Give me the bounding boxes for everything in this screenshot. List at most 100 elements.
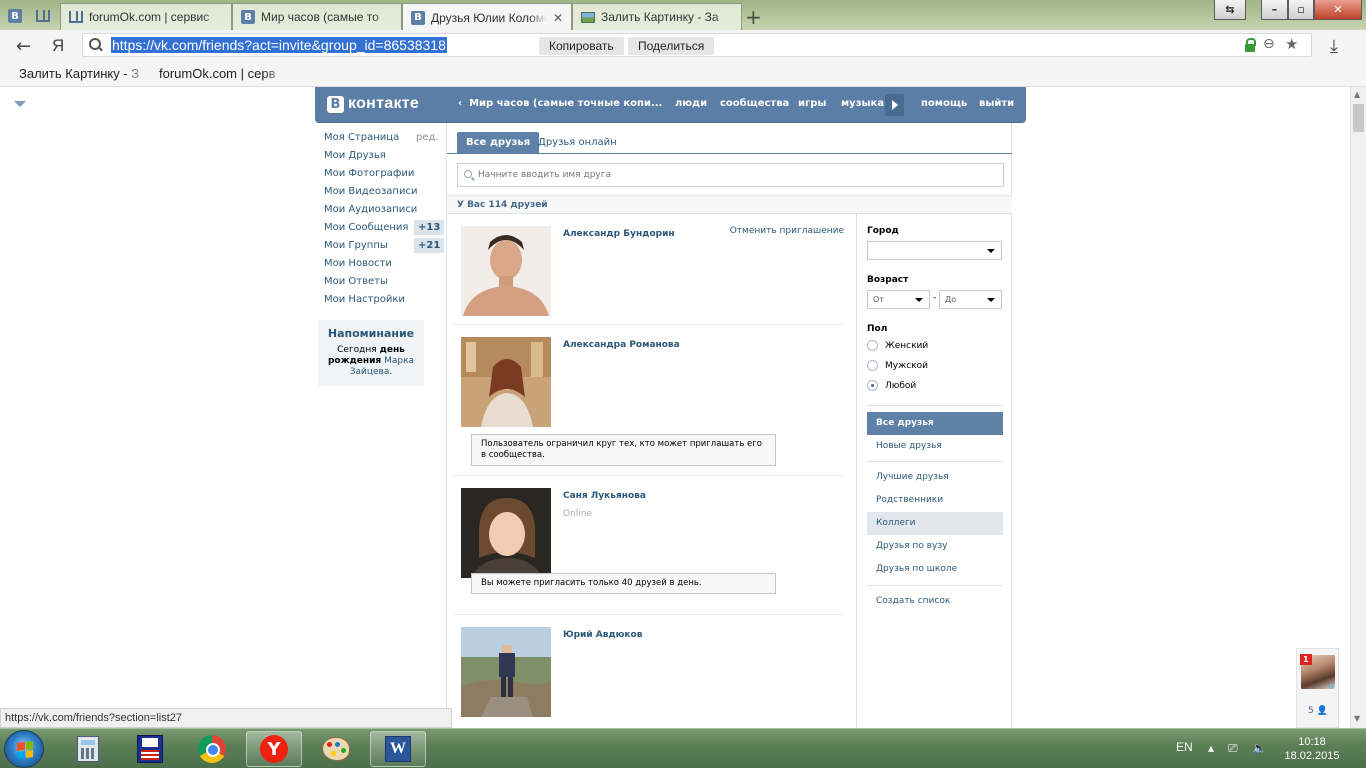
gender-female-option[interactable]: Женский bbox=[867, 336, 1003, 356]
left-menu: Моя Страница ред. Мои Друзья Мои Фотограф… bbox=[324, 129, 445, 309]
taskbar-save-app[interactable] bbox=[122, 731, 178, 767]
yandex-home-icon[interactable]: Я bbox=[52, 36, 64, 56]
menu-label: Мои Группы bbox=[324, 240, 388, 251]
friend-search-box[interactable] bbox=[457, 163, 1004, 187]
zoom-icon[interactable]: ⊖ bbox=[1263, 36, 1275, 52]
menu-my-photos[interactable]: Мои Фотографии bbox=[324, 165, 442, 183]
tab-friends-active[interactable]: В Друзья Юлии Коломе ✕ bbox=[402, 3, 572, 31]
friend-avatar[interactable] bbox=[461, 627, 551, 717]
list-colleagues[interactable]: Коллеги bbox=[867, 512, 1003, 535]
list-all-friends[interactable]: Все друзья bbox=[867, 412, 1003, 435]
start-button[interactable] bbox=[4, 730, 44, 768]
list-relatives[interactable]: Родственники bbox=[867, 489, 1003, 512]
lock-icon[interactable] bbox=[1245, 38, 1256, 52]
back-to-group-link[interactable]: ‹ Мир часов (самые точные копи... bbox=[458, 98, 662, 109]
list-new-friends[interactable]: Новые друзья bbox=[867, 435, 1003, 458]
nav-music[interactable]: музыка bbox=[841, 98, 884, 109]
group-name: Мир часов (самые точные копи... bbox=[469, 98, 663, 109]
list-school-friends[interactable]: Друзья по школе bbox=[867, 558, 1003, 581]
menu-my-answers[interactable]: Мои Ответы bbox=[324, 273, 442, 291]
tab-forumok[interactable]: forumOk.com | сервис bbox=[60, 3, 232, 30]
maximize-button[interactable]: ▫ bbox=[1288, 0, 1314, 20]
age-to-select[interactable]: До bbox=[939, 290, 1002, 309]
menu-my-settings[interactable]: Мои Настройки bbox=[324, 291, 442, 309]
pinned-tab-vk[interactable]: В bbox=[3, 4, 27, 28]
chat-online-count[interactable]: 5 👤 bbox=[1308, 706, 1328, 716]
url-text[interactable]: https://vk.com/friends?act=invite&group_… bbox=[111, 37, 447, 53]
menu-edit-link[interactable]: ред. bbox=[416, 129, 439, 147]
city-select[interactable] bbox=[867, 241, 1002, 260]
nav-games[interactable]: игры bbox=[798, 98, 826, 109]
messages-count-badge[interactable]: +13 bbox=[414, 220, 445, 235]
page-scrollbar[interactable]: ▲ ▼ bbox=[1350, 87, 1366, 728]
friend-avatar[interactable] bbox=[461, 488, 551, 578]
bookmark-upload-image[interactable]: Залить Картинку - З bbox=[19, 66, 149, 81]
menu-my-news[interactable]: Мои Новости bbox=[324, 255, 442, 273]
gender-male-option[interactable]: Мужской bbox=[867, 356, 1003, 376]
tab-watch-world[interactable]: В Мир часов (самые то bbox=[232, 3, 402, 30]
share-url-button[interactable]: Поделиться bbox=[628, 37, 715, 55]
gender-any-option[interactable]: Любой bbox=[867, 376, 1003, 396]
radio-female[interactable] bbox=[867, 340, 878, 351]
menu-my-groups[interactable]: Мои Группы +21 bbox=[324, 237, 445, 255]
create-list-link[interactable]: Создать список bbox=[867, 590, 1003, 613]
tray-expand-arrow-icon[interactable]: ▴ bbox=[1208, 741, 1214, 755]
address-bar[interactable]: https://vk.com/friends?act=invite&group_… bbox=[82, 33, 1312, 57]
groups-count-badge[interactable]: +21 bbox=[414, 238, 445, 253]
friend-avatar[interactable] bbox=[461, 337, 551, 427]
vk-logo[interactable]: В контакте bbox=[327, 95, 419, 113]
taskbar-word[interactable]: W bbox=[370, 731, 426, 767]
menu-my-audios[interactable]: Мои Аудиозаписи bbox=[324, 201, 442, 219]
copy-url-button[interactable]: Копировать bbox=[539, 37, 624, 55]
nav-communities[interactable]: сообщества bbox=[720, 98, 789, 109]
chevron-down-icon[interactable] bbox=[14, 101, 26, 107]
download-icon[interactable]: ⤓ bbox=[1330, 36, 1338, 57]
list-best-friends[interactable]: Лучшие друзья bbox=[867, 466, 1003, 489]
scroll-down-arrow-icon[interactable]: ▼ bbox=[1354, 714, 1360, 723]
scroll-up-arrow-icon[interactable]: ▲ bbox=[1354, 90, 1360, 99]
taskbar-chrome[interactable] bbox=[184, 731, 240, 767]
system-clock[interactable]: 10:18 18.02.2015 bbox=[1282, 735, 1342, 763]
cancel-invite-link[interactable]: Отменить приглашение bbox=[730, 226, 844, 236]
network-icon[interactable]: ⎚ bbox=[1228, 741, 1238, 756]
radio-male[interactable] bbox=[867, 360, 878, 371]
friend-search-input[interactable] bbox=[478, 167, 998, 183]
back-arrow-icon[interactable]: ← bbox=[16, 36, 31, 57]
list-university-friends[interactable]: Друзья по вузу bbox=[867, 535, 1003, 558]
friend-avatar[interactable] bbox=[461, 226, 551, 316]
keyboard-language[interactable]: EN bbox=[1176, 740, 1193, 754]
close-window-button[interactable]: ✕ bbox=[1314, 0, 1362, 20]
tabs-menu-button[interactable]: ⇆ bbox=[1214, 0, 1246, 20]
friend-name[interactable]: Александра Романова bbox=[563, 340, 680, 350]
nav-logout[interactable]: выйти bbox=[979, 98, 1014, 109]
tab-upload-image[interactable]: Залить Картинку - За bbox=[572, 3, 742, 30]
play-icon[interactable] bbox=[885, 94, 904, 116]
vk-favicon-icon: В bbox=[411, 10, 425, 25]
friend-name[interactable]: Юрий Авдюков bbox=[563, 630, 642, 640]
age-from-select[interactable]: От bbox=[867, 290, 930, 309]
new-tab-button[interactable]: + bbox=[745, 5, 762, 29]
minimize-button[interactable]: – bbox=[1261, 0, 1288, 20]
pinned-tab-bookmark[interactable] bbox=[31, 4, 55, 28]
nav-people[interactable]: люди bbox=[675, 98, 707, 109]
volume-icon[interactable]: 🔈 bbox=[1252, 741, 1267, 755]
taskbar-paint[interactable] bbox=[308, 731, 364, 767]
taskbar-yandex-browser[interactable]: Y bbox=[246, 731, 302, 767]
menu-my-friends[interactable]: Мои Друзья bbox=[324, 147, 442, 165]
search-icon bbox=[464, 170, 474, 180]
tab-friends-online[interactable]: Друзья онлайн bbox=[529, 132, 626, 154]
chat-widget[interactable]: 1 5 👤 bbox=[1296, 648, 1339, 728]
close-tab-icon[interactable]: ✕ bbox=[553, 11, 563, 25]
menu-my-videos[interactable]: Мои Видеозаписи bbox=[324, 183, 442, 201]
nav-help[interactable]: помощь bbox=[921, 98, 967, 109]
friend-name[interactable]: Саня Лукьянова bbox=[563, 491, 646, 501]
friend-name[interactable]: Александр Бундорин bbox=[563, 229, 675, 239]
taskbar-calculator[interactable] bbox=[60, 731, 116, 767]
menu-my-page[interactable]: Моя Страница ред. bbox=[324, 129, 442, 147]
star-icon[interactable]: ★ bbox=[1285, 35, 1298, 53]
menu-my-messages[interactable]: Мои Сообщения +13 bbox=[324, 219, 445, 237]
radio-any[interactable] bbox=[867, 380, 878, 391]
bookmark-forumok[interactable]: forumOk.com | серв bbox=[159, 66, 289, 81]
scroll-thumb[interactable] bbox=[1353, 104, 1364, 132]
tab-all-friends[interactable]: Все друзья bbox=[457, 132, 540, 154]
